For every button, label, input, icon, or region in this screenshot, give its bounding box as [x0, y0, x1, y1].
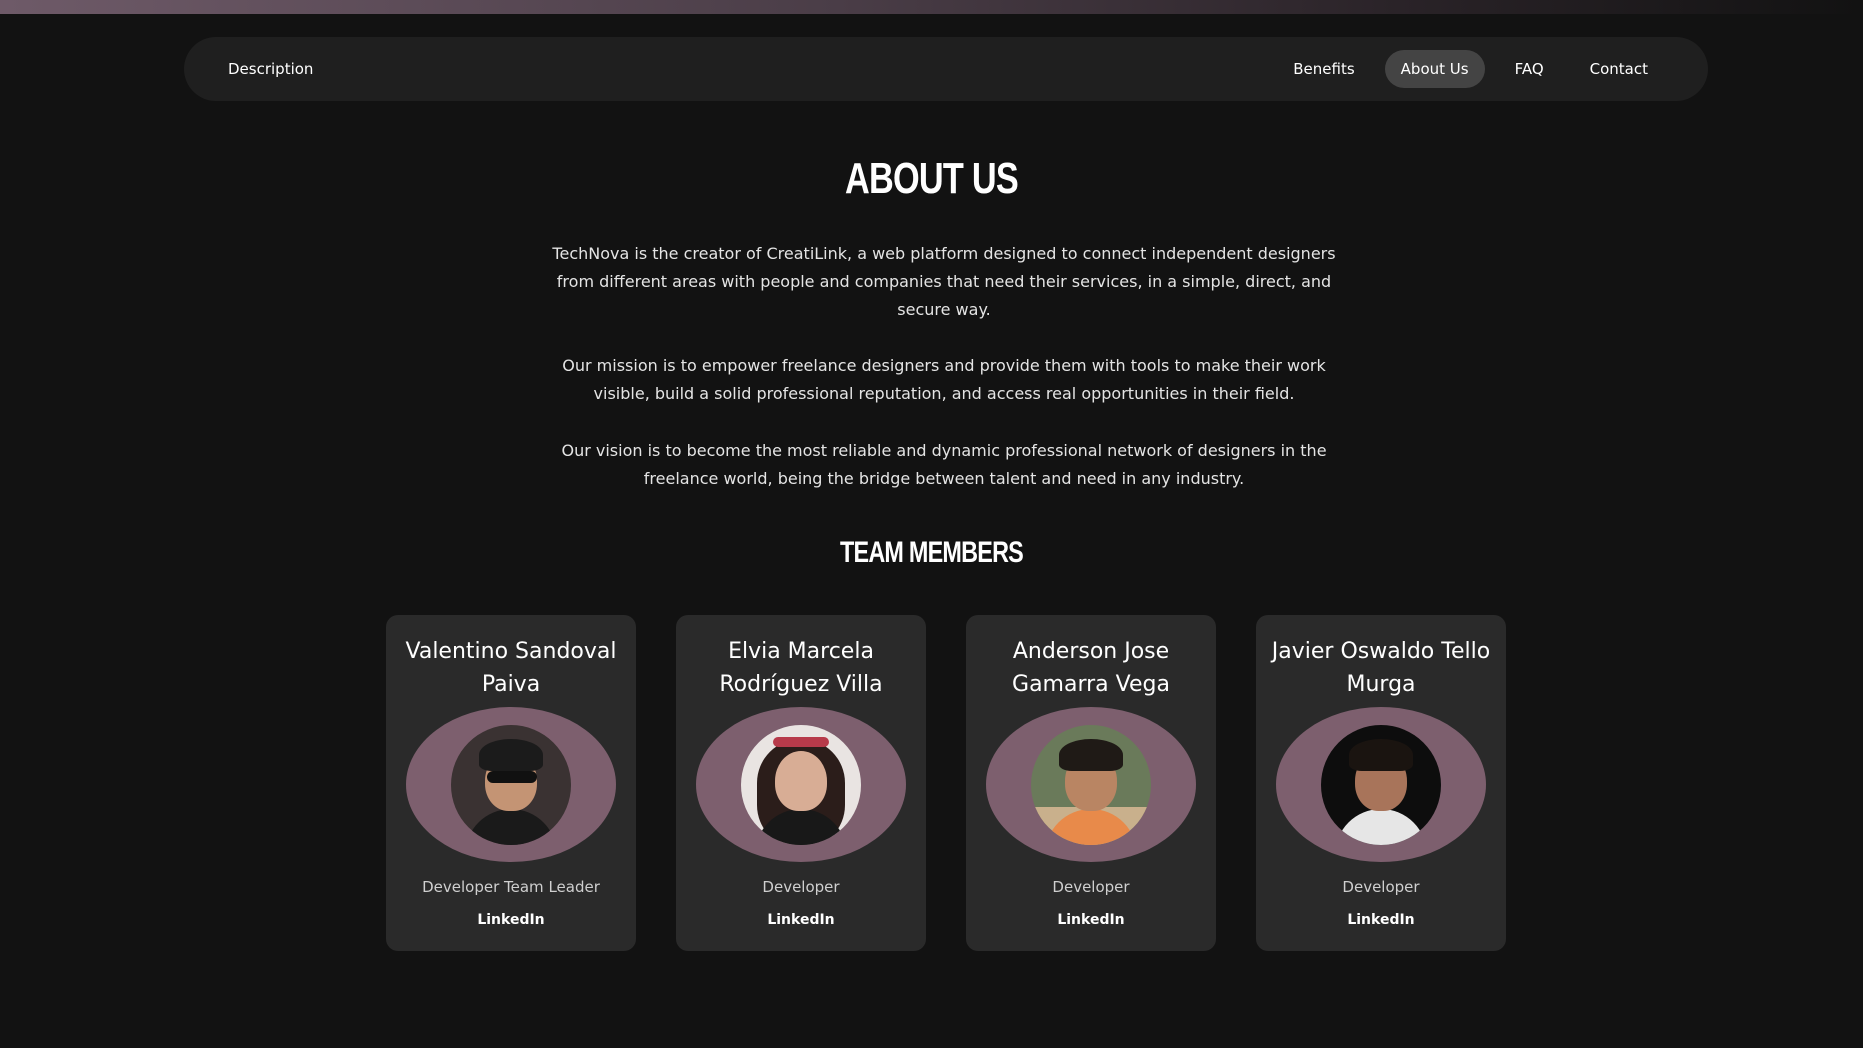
- about-paragraph-intro: TechNova is the creator of CreatiLink, a…: [552, 244, 1336, 319]
- member-photo-avatar: [741, 724, 861, 845]
- member-role: Developer Team Leader: [422, 878, 600, 896]
- member-name: Valentino Sandoval Paiva: [405, 639, 617, 697]
- linkedin-link[interactable]: LinkedIn: [1347, 912, 1414, 928]
- team-members-list: Valentino Sandoval Paiva Developer Team …: [386, 615, 1506, 951]
- about-paragraph-vision: Our vision is to become the most reliabl…: [561, 441, 1327, 488]
- member-photo-avatar: [1321, 724, 1441, 845]
- nav-link-about-us[interactable]: About Us: [1384, 50, 1485, 88]
- navbar: Description Benefits About Us FAQ Contac…: [184, 37, 1708, 101]
- photo-ring: [406, 707, 616, 862]
- top-gradient-strip: [0, 0, 1863, 14]
- team-member-card: Anderson Jose Gamarra Vega Developer Lin…: [966, 615, 1216, 951]
- photo-ring: [986, 707, 1196, 862]
- nav-link-faq[interactable]: FAQ: [1499, 50, 1560, 88]
- member-role: Developer: [1342, 878, 1420, 896]
- member-role: Developer: [762, 878, 840, 896]
- linkedin-link[interactable]: LinkedIn: [767, 912, 834, 928]
- nav-link-benefits[interactable]: Benefits: [1277, 50, 1370, 88]
- photo-ring: [696, 707, 906, 862]
- about-paragraph-mission: Our mission is to empower freelance desi…: [562, 356, 1326, 403]
- team-member-card: Elvia Marcela Rodríguez Villa Developer …: [676, 615, 926, 951]
- team-title: TEAM MEMBERS: [839, 536, 1024, 569]
- member-photo-avatar: [1031, 724, 1151, 845]
- nav-link-description[interactable]: Description: [228, 60, 313, 78]
- team-member-card: Javier Oswaldo Tello Murga Developer Lin…: [1256, 615, 1506, 951]
- about-title: ABOUT US: [845, 154, 1019, 203]
- nav-link-contact[interactable]: Contact: [1574, 50, 1664, 88]
- photo-ring: [1276, 707, 1486, 862]
- member-role: Developer: [1052, 878, 1130, 896]
- nav-menu: Benefits About Us FAQ Contact: [1277, 50, 1664, 88]
- member-name: Anderson Jose Gamarra Vega: [1012, 639, 1170, 697]
- member-photo-avatar: [451, 724, 571, 845]
- member-name: Javier Oswaldo Tello Murga: [1271, 639, 1491, 697]
- linkedin-link[interactable]: LinkedIn: [477, 912, 544, 928]
- linkedin-link[interactable]: LinkedIn: [1057, 912, 1124, 928]
- member-name: Elvia Marcela Rodríguez Villa: [719, 639, 883, 697]
- team-member-card: Valentino Sandoval Paiva Developer Team …: [386, 615, 636, 951]
